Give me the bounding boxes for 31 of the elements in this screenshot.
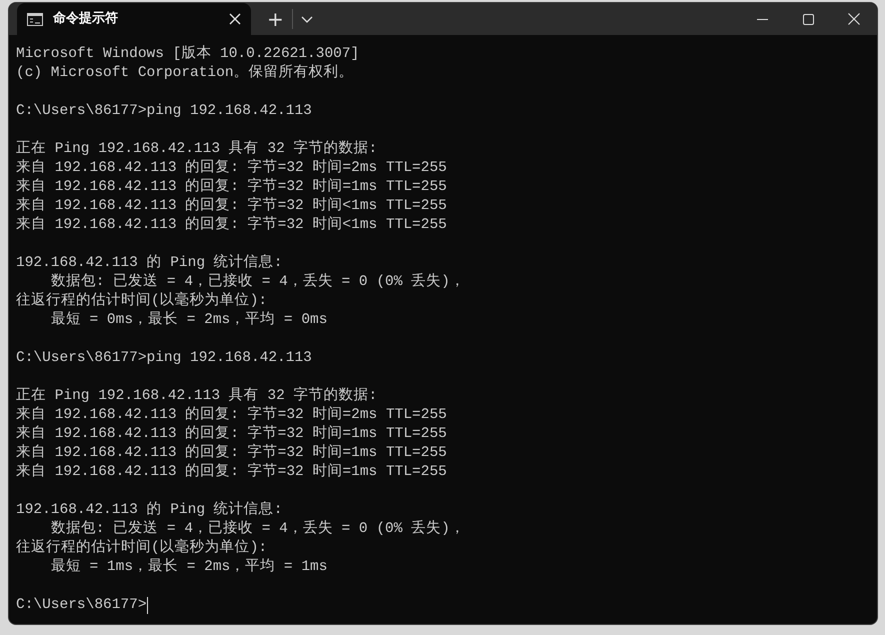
prompt-text: C:\Users\86177> [16,596,147,615]
terminal-line: 来自 192.168.42.113 的回复: 字节=32 时间<1ms TTL=255 [16,197,448,216]
terminal-line: C:\Users\86177>ping 192.168.42.113 [16,102,313,121]
terminal-line: 数据包: 已发送 = 4，已接收 = 4，丢失 = 0 (0% 丢失)， [50,520,466,538]
terminal-line: 来自 192.168.42.113 的回复: 字节=32 时间=2ms TTL=255 [16,406,448,424]
new-tab-button[interactable]: + [259,3,292,35]
terminal-line: 来自 192.168.42.113 的回复: 字节=32 时间=1ms TTL=255 [16,444,448,462]
terminal-line: 来自 192.168.42.113 的回复: 字节=32 时间=1ms TTL=255 [16,463,448,482]
maximize-icon [802,14,814,24]
terminal-tab[interactable]: 命令提示符 [17,3,251,35]
terminal-line: (c) Microsoft Corporation。保留所有权利。 [16,64,355,83]
terminal-line: 最短 = 1ms，最长 = 2ms，平均 = 1ms [50,558,328,577]
terminal-line: 往返行程的估计时间(以毫秒为单位): [16,539,268,558]
terminal-line: 正在 Ping 192.168.42.113 具有 32 字节的数据: [16,387,378,406]
terminal-line: 正在 Ping 192.168.42.113 具有 32 字节的数据: [16,140,378,158]
terminal-line: C:\Users\86177>ping 192.168.42.113 [16,349,313,368]
close-icon [848,13,860,25]
terminal-line: 192.168.42.113 的 Ping 统计信息: [16,254,284,273]
terminal-line: 往返行程的估计时间(以毫秒为单位): [16,292,268,311]
command-prompt-icon [27,12,43,26]
close-icon [229,13,241,25]
terminal-line: 数据包: 已发送 = 4，已接收 = 4，丢失 = 0 (0% 丢失)， [50,273,466,292]
chevron-down-icon [300,16,313,22]
terminal-line: 来自 192.168.42.113 的回复: 字节=32 时间=2ms TTL=255 [16,159,448,178]
terminal-line: 来自 192.168.42.113 的回复: 字节=32 时间=1ms TTL=255 [16,425,448,444]
terminal-line: 来自 192.168.42.113 的回复: 字节=32 时间=1ms TTL=255 [16,178,448,196]
close-tab-button[interactable] [227,11,243,27]
terminal-line: 最短 = 0ms，最长 = 2ms，平均 = 0ms [50,311,328,330]
terminal-line: 来自 192.168.42.113 的回复: 字节=32 时间<1ms TTL=255 [16,216,448,235]
terminal-line: 192.168.42.113 的 Ping 统计信息: [16,501,284,520]
terminal-line: Microsoft Windows [版本 10.0.22621.3007] [16,45,360,64]
